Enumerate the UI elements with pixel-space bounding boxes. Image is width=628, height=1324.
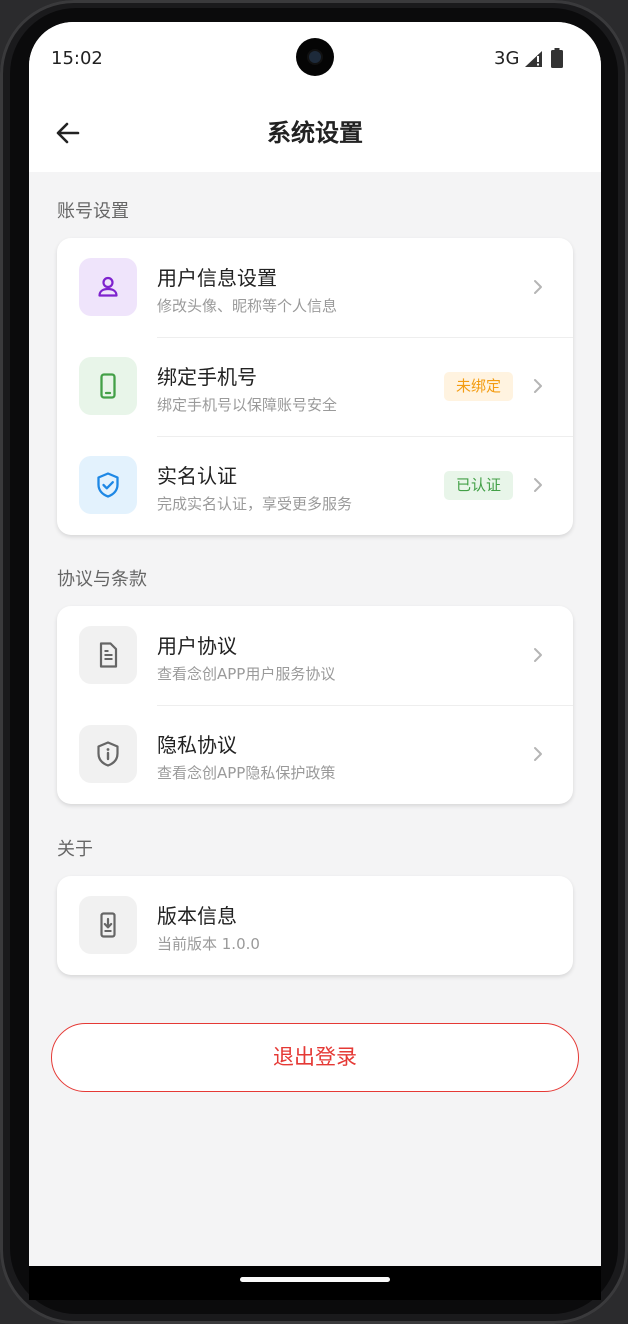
- row-title: 绑定手机号: [157, 365, 257, 389]
- navigation-bar: [29, 1266, 601, 1300]
- account-settings-card: 用户信息设置 修改头像、昵称等个人信息 绑定手机号 绑定手机号以保障账号安全 未…: [57, 238, 573, 535]
- chevron-right-icon: [534, 648, 542, 662]
- row-subtitle: 查看念创APP用户服务协议: [157, 665, 336, 683]
- section-title-agreements: 协议与条款: [57, 569, 147, 590]
- row-subtitle: 完成实名认证，享受更多服务: [157, 495, 353, 513]
- front-camera: [296, 38, 334, 76]
- status-badge-unbound: 未绑定: [443, 372, 513, 401]
- status-bar: 15:02 3G: [29, 22, 601, 94]
- about-card: 版本信息 当前版本 1.0.0: [57, 876, 573, 975]
- bind-phone-row[interactable]: 绑定手机号 绑定手机号以保障账号安全 未绑定: [57, 337, 573, 436]
- screen: 15:02 3G 系统设置 账号设置 用户信息设置 修改头像、昵称等个人信息 绑…: [29, 22, 601, 1266]
- version-info-row[interactable]: 版本信息 当前版本 1.0.0: [57, 876, 573, 975]
- privacy-shield-icon: [79, 725, 137, 783]
- row-subtitle: 当前版本 1.0.0: [157, 935, 260, 953]
- row-title: 隐私协议: [157, 733, 237, 757]
- user-agreement-row[interactable]: 用户协议 查看念创APP用户服务协议: [57, 606, 573, 705]
- row-title: 实名认证: [157, 464, 237, 488]
- privacy-policy-row[interactable]: 隐私协议 查看念创APP隐私保护政策: [57, 705, 573, 804]
- row-subtitle: 绑定手机号以保障账号安全: [157, 396, 338, 414]
- status-time: 15:02: [51, 48, 103, 69]
- chevron-right-icon: [534, 747, 542, 761]
- chevron-right-icon: [534, 379, 542, 393]
- logout-button[interactable]: 退出登录: [51, 1023, 579, 1092]
- shield-check-icon: [79, 456, 137, 514]
- real-name-verification-row[interactable]: 实名认证 完成实名认证，享受更多服务 已认证: [57, 436, 573, 535]
- chevron-right-icon: [534, 280, 542, 294]
- row-title: 用户信息设置: [157, 266, 277, 290]
- user-info-settings-row[interactable]: 用户信息设置 修改头像、昵称等个人信息: [57, 238, 573, 337]
- row-subtitle: 修改头像、昵称等个人信息: [157, 297, 338, 315]
- section-title-about: 关于: [57, 839, 93, 860]
- user-icon: [79, 258, 137, 316]
- network-type: 3G: [494, 48, 520, 69]
- status-badge-verified: 已认证: [443, 471, 513, 500]
- row-title: 版本信息: [157, 904, 237, 928]
- agreements-card: 用户协议 查看念创APP用户服务协议 隐私协议 查看念创APP隐私保护政策: [57, 606, 573, 804]
- row-title: 用户协议: [157, 634, 237, 658]
- back-arrow-icon[interactable]: [53, 118, 83, 148]
- page-title: 系统设置: [267, 119, 363, 147]
- signal-icon: [525, 51, 542, 67]
- chevron-right-icon: [534, 478, 542, 492]
- phone-icon: [79, 357, 137, 415]
- section-title-account: 账号设置: [57, 201, 129, 222]
- top-app-bar: 系统设置: [29, 94, 601, 172]
- app-update-icon: [79, 896, 137, 954]
- home-indicator[interactable]: [240, 1277, 390, 1282]
- battery-icon: [551, 48, 563, 68]
- document-icon: [79, 626, 137, 684]
- row-subtitle: 查看念创APP隐私保护政策: [157, 764, 336, 782]
